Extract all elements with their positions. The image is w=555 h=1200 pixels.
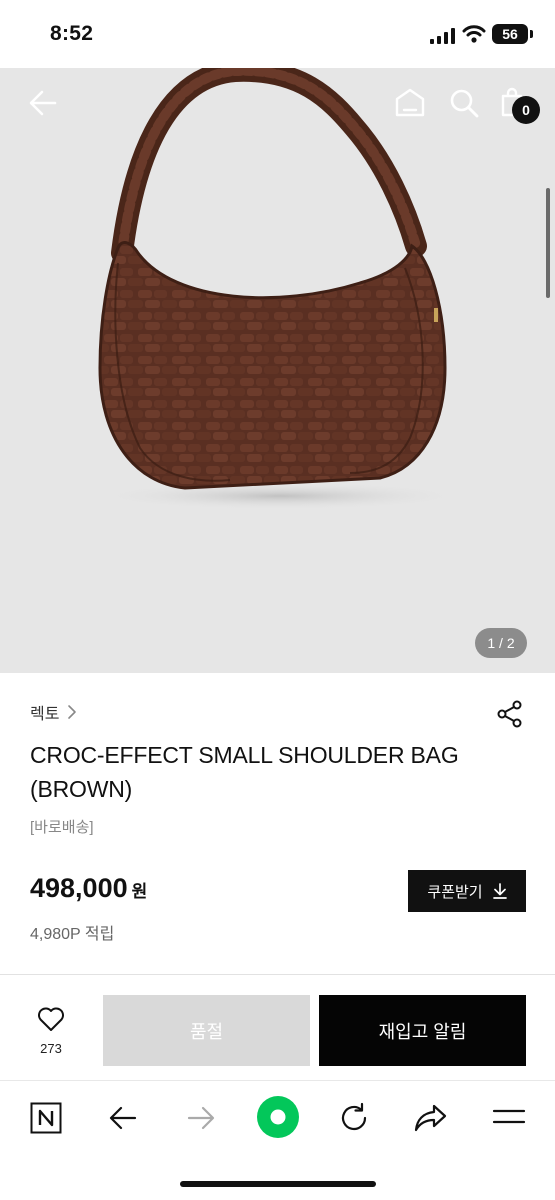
reload-icon[interactable] <box>338 1102 370 1134</box>
home-icon[interactable] <box>394 87 426 119</box>
back-icon[interactable] <box>108 1103 138 1133</box>
brand-link[interactable]: 렉토 <box>30 700 77 724</box>
menu-icon[interactable] <box>492 1107 526 1127</box>
restock-alert-button[interactable]: 재입고 알림 <box>319 995 526 1066</box>
product-title: CROC-EFFECT SMALL SHOULDER BAG (BROWN) <box>30 742 459 802</box>
wifi-icon <box>462 25 486 43</box>
status-bar: 8:52 56 <box>0 0 555 68</box>
product-photo-bag <box>95 68 465 510</box>
soldout-button[interactable]: 품절 <box>103 995 310 1066</box>
cart-count-badge: 0 <box>512 96 540 124</box>
download-icon <box>492 883 507 899</box>
home-indicator <box>180 1181 376 1187</box>
divider <box>0 974 555 975</box>
green-dot-icon[interactable] <box>256 1095 300 1139</box>
page-scrollbar[interactable] <box>546 188 550 298</box>
coupon-button[interactable]: 쿠폰받기 <box>408 870 526 912</box>
gallery-pager: 1 / 2 <box>475 628 527 658</box>
chevron-right-icon <box>68 705 77 719</box>
like-button[interactable]: 273 <box>24 1006 78 1056</box>
share-icon[interactable] <box>496 700 524 728</box>
battery-indicator: 56 <box>492 24 528 44</box>
price-value: 498,000 <box>30 873 128 903</box>
back-arrow-icon[interactable] <box>28 88 58 118</box>
battery-tip <box>530 30 533 38</box>
price: 498,000 원 <box>30 873 147 904</box>
brand-name: 렉토 <box>30 706 60 723</box>
shipping-tag: [바로배송] <box>30 819 94 836</box>
price-currency: 원 <box>131 882 148 901</box>
coupon-label: 쿠폰받기 <box>427 883 483 901</box>
share-arrow-icon[interactable] <box>414 1102 448 1134</box>
status-time: 8:52 <box>50 22 94 45</box>
forward-icon[interactable] <box>186 1103 216 1133</box>
battery-level: 56 <box>502 26 518 42</box>
search-icon[interactable] <box>449 88 479 118</box>
product-image-gallery[interactable] <box>0 68 555 673</box>
reward-points: 4,980P 적립 <box>30 926 115 943</box>
naver-n-icon[interactable] <box>30 1102 62 1134</box>
cellular-signal-icon <box>430 28 455 44</box>
like-count: 273 <box>40 1041 62 1056</box>
heart-icon <box>38 1007 64 1031</box>
